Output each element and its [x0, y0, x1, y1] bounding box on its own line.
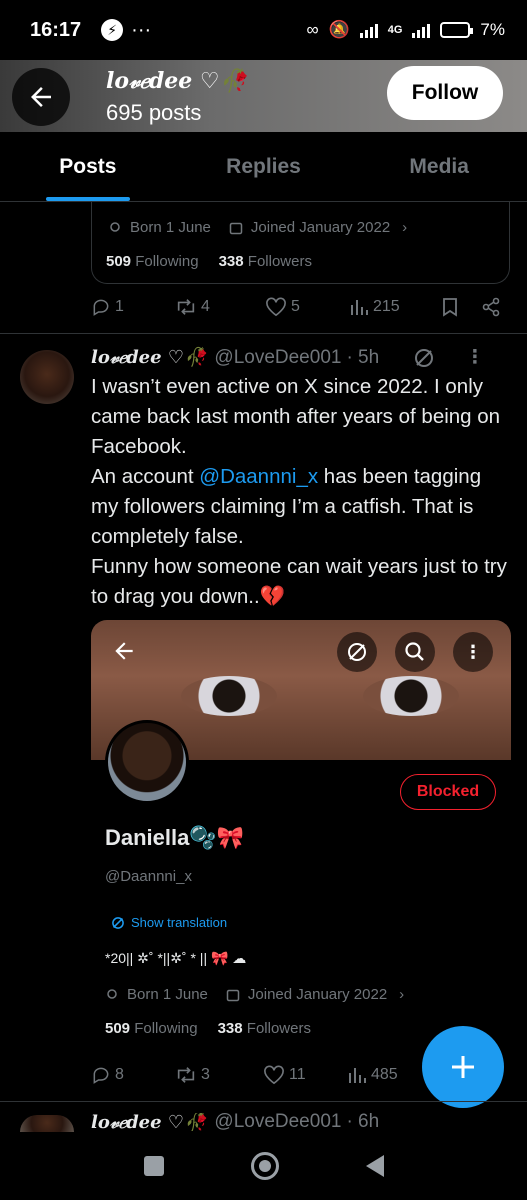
signal-icon — [359, 22, 378, 38]
recents-button[interactable] — [143, 1156, 164, 1176]
bookmark-icon[interactable] — [441, 297, 459, 317]
profile-bio: *20|| ✲˚ *||✲˚ * || 🎀 ☁ — [105, 950, 247, 966]
divider — [0, 333, 527, 334]
reply-button[interactable]: 1 — [91, 297, 175, 317]
follow-stats: 509 Following 338 Followers — [106, 253, 312, 270]
like-button[interactable]: 5 — [265, 297, 349, 317]
arrow-left-icon — [111, 638, 137, 669]
messenger-icon: ⚡ — [101, 19, 124, 41]
location-pin-icon — [107, 988, 117, 999]
repost-icon — [177, 299, 195, 315]
search-icon — [395, 632, 435, 672]
profile-tabs: Posts Replies Media — [0, 132, 527, 202]
banner-eye-right — [363, 676, 459, 716]
repost-button[interactable]: 4 — [175, 297, 265, 317]
tweet-time: · 5h — [346, 346, 380, 368]
home-button[interactable] — [250, 1152, 279, 1180]
tab-replies[interactable]: Replies — [176, 132, 352, 201]
chevron-right-icon: › — [399, 986, 405, 1003]
post-count: 695 posts — [106, 100, 202, 125]
joined-date: Joined January 2022 — [247, 986, 388, 1003]
more-options-icon: ⋮ — [453, 632, 493, 672]
compose-button[interactable] — [422, 1026, 504, 1108]
reply-icon — [93, 1067, 109, 1084]
views-button[interactable]: 215 — [349, 297, 437, 317]
network-label: 4G — [387, 24, 403, 36]
author-name[interactable]: lo𝓋𝑒dee ♡🥀 — [91, 1113, 206, 1131]
tweet-actions: 8 3 11 485 — [91, 1065, 421, 1085]
tweet-line: I wasn’t even active on X since 2022. I … — [91, 375, 501, 458]
share-icon[interactable] — [481, 297, 501, 317]
more-dots-icon: ··· — [131, 18, 152, 41]
tweet-line: Funny how someone can wait years just to… — [91, 555, 507, 608]
views-icon — [351, 300, 368, 315]
tab-media[interactable]: Media — [351, 132, 527, 201]
back-button[interactable] — [12, 68, 70, 126]
author-handle[interactable]: @LoveDee001 — [214, 1113, 341, 1131]
link-icon: ∞ — [306, 20, 319, 39]
born-date: Born 1 June — [127, 986, 208, 1003]
grok-icon[interactable] — [413, 347, 435, 369]
show-translation: Show translation — [111, 915, 227, 930]
views-button[interactable]: 485 — [347, 1065, 398, 1085]
mention-link[interactable]: @Daannni_x — [199, 465, 318, 488]
author-handle[interactable]: @LoveDee001 — [214, 347, 341, 369]
born-date: Born 1 June — [130, 219, 211, 236]
quoted-card[interactable]: Born 1 June Joined January 2022 › 509 Fo… — [91, 202, 510, 284]
repost-icon — [177, 1067, 195, 1083]
views-icon — [349, 1068, 366, 1083]
more-options-icon[interactable]: ⋮ — [465, 346, 484, 369]
follow-button[interactable]: Follow — [387, 66, 503, 120]
heart-icon — [266, 297, 286, 317]
status-time: 16:17 — [30, 18, 82, 41]
profile-handle: @Daannni_x — [105, 868, 192, 885]
joined-date: Joined January 2022 — [250, 219, 391, 236]
status-bar: 16:17 ⚡ ··· ∞ 🔕 4G 7% — [0, 0, 527, 60]
calendar-icon — [226, 989, 240, 1001]
tweet-header: lo𝓋𝑒dee ♡🥀 @LoveDee001 · 6h — [91, 1113, 379, 1131]
location-pin-icon — [110, 221, 120, 232]
tweet-line: An account @Daannni_x has been tagging m… — [91, 465, 482, 548]
grok-icon — [112, 916, 124, 929]
followers-stat: 338 Followers — [217, 1020, 311, 1037]
tweet-image[interactable]: ⋮ Blocked Daniella🫧🎀 @Daannni_x Show tra… — [91, 620, 511, 1093]
avatar[interactable] — [20, 350, 74, 404]
calendar-icon — [229, 222, 243, 234]
profile-meta: Born 1 June Joined January 2022 › — [105, 986, 404, 1003]
mute-icon: 🔕 — [328, 20, 350, 39]
tweet-actions: 1 4 5 215 — [91, 297, 501, 317]
plus-icon — [452, 1056, 474, 1078]
tab-posts[interactable]: Posts — [0, 132, 176, 201]
profile-header: lo𝓋𝑒dee ♡🥀 695 posts Follow — [0, 60, 527, 132]
battery-icon — [440, 22, 474, 38]
profile-name: lo𝓋𝑒dee ♡🥀 — [106, 68, 248, 94]
grok-icon — [337, 632, 377, 672]
author-name[interactable]: lo𝓋𝑒dee ♡🥀 — [91, 347, 206, 368]
heart-icon — [264, 1065, 284, 1085]
repost-button[interactable]: 3 — [175, 1065, 263, 1085]
blocked-button: Blocked — [400, 774, 496, 810]
reply-icon — [93, 299, 109, 316]
signal-icon-2 — [412, 22, 431, 38]
followers-stat[interactable]: 338 Followers — [219, 253, 312, 270]
tweet-header: lo𝓋𝑒dee ♡🥀 @LoveDee001 · 5h ⋮ — [91, 346, 484, 369]
avatar — [105, 720, 189, 804]
system-nav-bar — [0, 1132, 527, 1200]
back-nav-button[interactable] — [365, 1155, 384, 1177]
chevron-right-icon: › — [402, 219, 408, 236]
tweet-time: · 6h — [346, 1113, 380, 1131]
tweet-text: I wasn’t even active on X since 2022. I … — [91, 372, 511, 612]
arrow-left-icon — [31, 87, 51, 107]
follow-stats: 509 Following 338 Followers — [105, 1020, 311, 1037]
following-stat: 509 Following — [105, 1020, 198, 1037]
banner-eye-left — [181, 676, 277, 716]
divider — [0, 1101, 527, 1102]
reply-button[interactable]: 8 — [91, 1065, 175, 1085]
battery-percent: 7% — [480, 20, 505, 39]
profile-name: Daniella🫧🎀 — [105, 825, 245, 850]
like-button[interactable]: 11 — [263, 1065, 347, 1085]
avatar[interactable] — [20, 1115, 74, 1132]
following-stat[interactable]: 509 Following — [106, 253, 199, 270]
profile-meta: Born 1 June Joined January 2022 › — [108, 219, 407, 236]
